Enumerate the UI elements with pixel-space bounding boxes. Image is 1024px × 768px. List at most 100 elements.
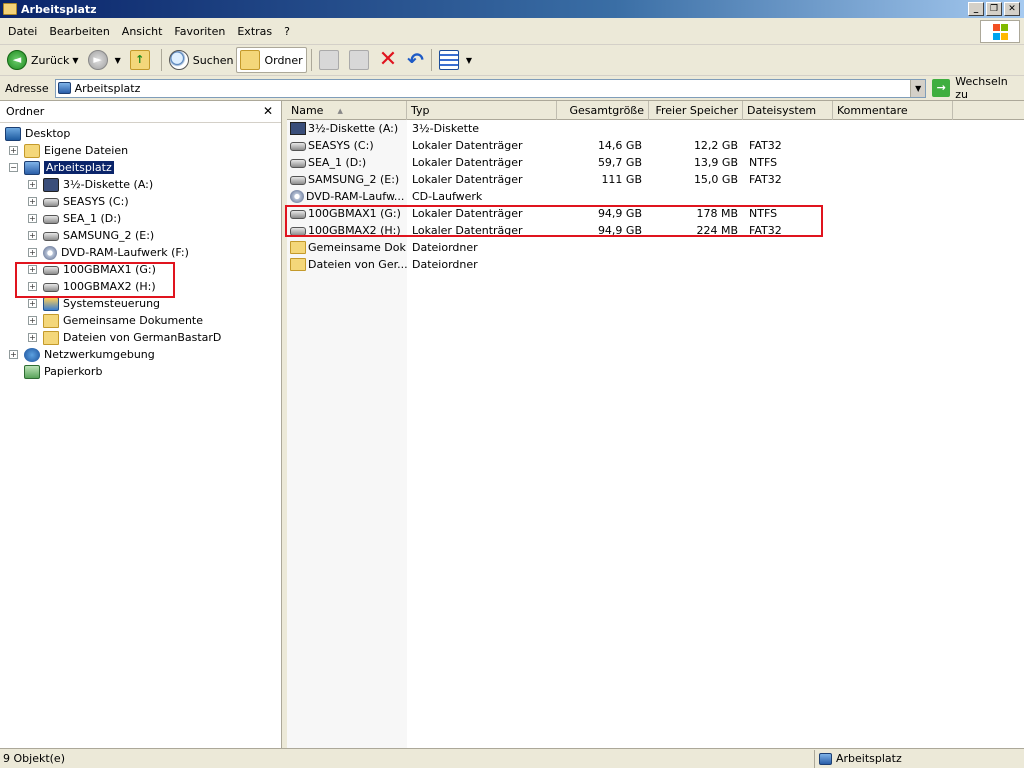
back-dropdown-icon[interactable]: ▼	[72, 56, 78, 65]
recycle-bin-icon	[24, 364, 40, 379]
column-free-space[interactable]: Freier Speicher	[649, 101, 743, 120]
name-cell: Dateien von Ger...	[287, 258, 407, 271]
cd-drive-icon	[290, 190, 304, 203]
expand-icon[interactable]: +	[28, 248, 37, 257]
move-to-button[interactable]	[316, 47, 346, 73]
item-free: 178 MB	[696, 207, 738, 220]
views-dropdown-icon[interactable]: ▼	[466, 56, 472, 65]
menu-help[interactable]: ?	[278, 25, 296, 38]
item-type: Lokaler Datenträger	[412, 224, 523, 237]
hard-drive-icon	[290, 227, 306, 236]
column-total-size[interactable]: Gesamtgröße	[557, 101, 649, 120]
item-size: 59,7 GB	[597, 156, 642, 169]
forward-button[interactable]: ► ▼	[85, 47, 127, 73]
list-item-drive-c[interactable]: SEASYS (C:) Lokaler Datenträger 14,6 GB …	[287, 137, 1024, 154]
list-item-drive-e[interactable]: SAMSUNG_2 (E:) Lokaler Datenträger 111 G…	[287, 171, 1024, 188]
hard-drive-icon	[43, 198, 59, 207]
expand-icon[interactable]: +	[28, 265, 37, 274]
close-window-button[interactable]: ✕	[1004, 2, 1020, 16]
forward-dropdown-icon[interactable]: ▼	[115, 56, 121, 65]
address-value: Arbeitsplatz	[74, 81, 141, 95]
tree-item-desktop[interactable]: Desktop	[5, 125, 70, 142]
list-item-drive-g[interactable]: 100GBMAX1 (G:) Lokaler Datenträger 94,9 …	[287, 205, 1024, 222]
undo-button[interactable]: ↶	[404, 47, 427, 73]
name-cell: 100GBMAX1 (G:)	[287, 207, 407, 220]
hard-drive-icon	[43, 266, 59, 275]
collapse-icon[interactable]: −	[9, 163, 18, 172]
tree-item-arbeitsplatz[interactable]: − Arbeitsplatz	[9, 159, 114, 176]
expand-icon[interactable]: +	[28, 299, 37, 308]
tree-item-eigene-dateien[interactable]: + Eigene Dateien	[9, 142, 128, 159]
menu-datei[interactable]: Datei	[2, 25, 43, 38]
column-name-label: Name	[291, 104, 324, 117]
delete-button[interactable]: ✕	[376, 47, 404, 73]
name-cell: SEASYS (C:)	[287, 139, 407, 152]
item-name: SEASYS (C:)	[308, 139, 374, 152]
expand-icon[interactable]: +	[28, 197, 37, 206]
tree-item-systemsteuerung[interactable]: + Systemsteuerung	[28, 295, 160, 312]
list-item-dateien-von[interactable]: Dateien von Ger... Dateiordner	[287, 256, 1024, 273]
menu-extras[interactable]: Extras	[231, 25, 278, 38]
tree-item-gemeinsame-dokumente[interactable]: + Gemeinsame Dokumente	[28, 312, 203, 329]
list-item-drive-d[interactable]: SEA_1 (D:) Lokaler Datenträger 59,7 GB 1…	[287, 154, 1024, 171]
list-item-drive-f[interactable]: DVD-RAM-Laufw... CD-Laufwerk	[287, 188, 1024, 205]
menu-favoriten[interactable]: Favoriten	[168, 25, 231, 38]
menu-ansicht[interactable]: Ansicht	[116, 25, 169, 38]
tree-item-drive-h[interactable]: + 100GBMAX2 (H:)	[28, 278, 156, 295]
status-bar: 9 Objekt(e) Arbeitsplatz	[0, 748, 1024, 768]
list-item-floppy[interactable]: 3½-Diskette (A:) 3½-Diskette	[287, 120, 1024, 137]
tree-item-floppy[interactable]: + 3½-Diskette (A:)	[28, 176, 153, 193]
window-title: Arbeitsplatz	[21, 2, 97, 16]
windows-logo-icon	[980, 20, 1020, 43]
folder-icon	[290, 241, 306, 254]
back-button[interactable]: ◄ Zurück ▼	[4, 47, 85, 73]
folders-button[interactable]: Ordner	[236, 47, 307, 73]
expand-icon[interactable]: +	[28, 214, 37, 223]
up-button[interactable]: ↑	[127, 47, 157, 73]
expand-icon[interactable]: +	[28, 282, 37, 291]
item-name: SAMSUNG_2 (E:)	[308, 173, 400, 186]
expand-icon[interactable]: +	[28, 231, 37, 240]
expand-icon[interactable]: +	[9, 350, 18, 359]
item-free: 15,0 GB	[693, 173, 738, 186]
views-icon	[438, 50, 459, 70]
tree-item-drive-f[interactable]: + DVD-RAM-Laufwerk (F:)	[28, 244, 189, 261]
go-button[interactable]: → Wechseln zu	[932, 75, 1024, 101]
copy-to-button[interactable]	[346, 47, 376, 73]
list-item-drive-h[interactable]: 100GBMAX2 (H:) Lokaler Datenträger 94,9 …	[287, 222, 1024, 239]
views-button[interactable]: ▼	[436, 47, 478, 73]
column-comments[interactable]: Kommentare	[833, 101, 953, 120]
tree-item-dateien-von[interactable]: + Dateien von GermanBastarD	[28, 329, 221, 346]
list-item-gemeinsame-dokumente[interactable]: Gemeinsame Dok... Dateiordner	[287, 239, 1024, 256]
menu-bearbeiten[interactable]: Bearbeiten	[43, 25, 115, 38]
tree-item-drive-g[interactable]: + 100GBMAX1 (G:)	[28, 261, 156, 278]
minimize-button[interactable]: _	[968, 2, 984, 16]
expand-icon[interactable]: +	[28, 316, 37, 325]
search-label: Suchen	[192, 53, 234, 67]
tree-item-papierkorb[interactable]: Papierkorb	[24, 363, 102, 380]
tree-item-drive-d[interactable]: + SEA_1 (D:)	[28, 210, 121, 227]
search-button[interactable]: Suchen	[166, 47, 237, 73]
my-computer-icon	[24, 160, 40, 175]
close-pane-icon[interactable]: ✕	[263, 104, 273, 118]
expand-icon[interactable]: +	[28, 333, 37, 342]
tree-item-drive-c[interactable]: + SEASYS (C:)	[28, 193, 129, 210]
column-name[interactable]: Name ▲	[287, 101, 407, 120]
column-type[interactable]: Typ	[407, 101, 557, 120]
name-cell: SAMSUNG_2 (E:)	[287, 173, 407, 186]
tree-item-drive-e[interactable]: + SAMSUNG_2 (E:)	[28, 227, 154, 244]
item-type: Dateiordner	[412, 241, 478, 254]
expand-icon[interactable]: +	[9, 146, 18, 155]
restore-button[interactable]: ❐	[986, 2, 1002, 16]
item-size: 14,6 GB	[597, 139, 642, 152]
desktop-icon	[5, 126, 21, 141]
name-cell: DVD-RAM-Laufw...	[287, 190, 407, 203]
folder-icon	[240, 50, 261, 70]
tree-item-netzwerkumgebung[interactable]: + Netzwerkumgebung	[9, 346, 155, 363]
address-input[interactable]: Arbeitsplatz ▼	[54, 78, 927, 98]
address-dropdown-icon[interactable]: ▼	[910, 79, 926, 97]
column-file-system[interactable]: Dateisystem	[743, 101, 833, 120]
item-name: 100GBMAX1 (G:)	[308, 207, 401, 220]
toolbar-separator	[310, 49, 312, 71]
expand-icon[interactable]: +	[28, 180, 37, 189]
